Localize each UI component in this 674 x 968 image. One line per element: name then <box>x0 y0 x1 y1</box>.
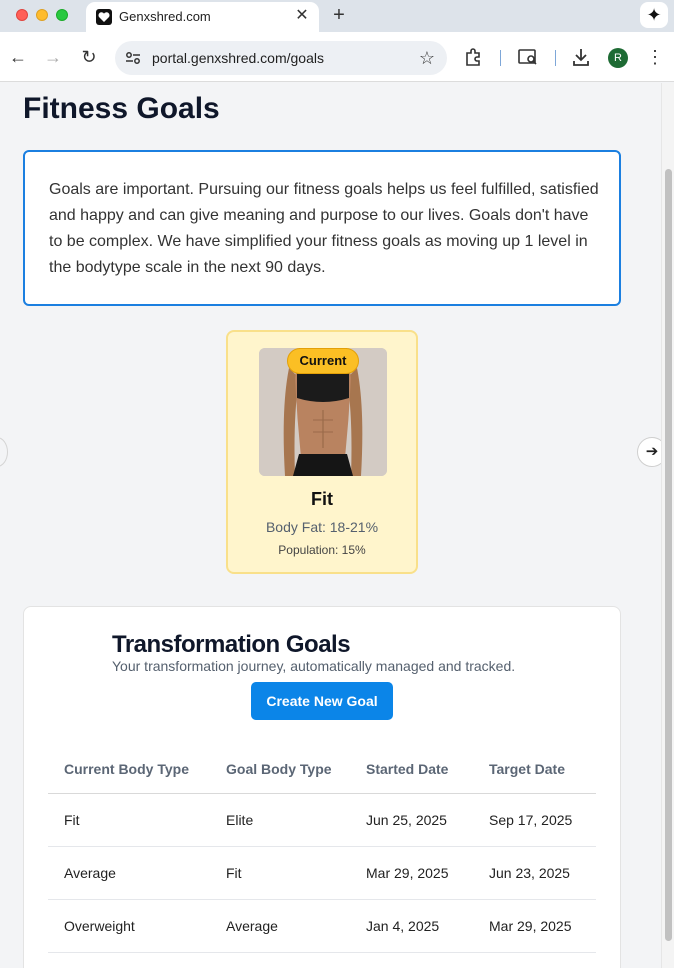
tab-title: Genxshred.com <box>119 9 211 24</box>
tab-search-icon[interactable] <box>516 45 540 69</box>
site-settings-icon[interactable] <box>123 48 143 68</box>
current-badge: Current <box>287 348 359 374</box>
browser-tab[interactable]: Genxshred.com ✕ <box>86 2 319 32</box>
intro-text: Goals are important. Pursuing our fitnes… <box>49 181 599 276</box>
toolbar-divider <box>500 50 501 66</box>
cell-started-date: Mar 29, 2025 <box>366 865 449 881</box>
scrollbar-thumb[interactable] <box>665 169 672 941</box>
table-row: Average Fit Mar 29, 2025 Jun 23, 2025 <box>48 847 596 900</box>
cell-started-date: Jan 4, 2025 <box>366 918 440 934</box>
cell-target-date: Jun 23, 2025 <box>489 865 570 881</box>
body-fat-range: Body Fat: 18-21% <box>265 519 379 535</box>
tab-close-icon[interactable]: ✕ <box>293 7 311 25</box>
toolbar-divider <box>555 50 556 66</box>
gemini-sparkle-icon[interactable]: ✦ <box>640 2 668 28</box>
address-bar[interactable]: portal.genxshred.com/goals ☆ <box>115 41 447 75</box>
next-arrow-button[interactable]: ➔ <box>637 437 661 467</box>
cell-goal-body-type: Fit <box>226 865 242 881</box>
column-header-target-date: Target Date <box>489 761 565 777</box>
transformation-subtitle: Your transformation journey, automatical… <box>112 658 516 674</box>
table-header-row: Current Body Type Goal Body Type Started… <box>48 745 596 794</box>
intro-card: Goals are important. Pursuing our fitnes… <box>23 150 621 306</box>
population-share: Population: 15% <box>278 543 366 557</box>
cell-goal-body-type: Elite <box>226 812 254 828</box>
page-title: Fitness Goals <box>23 92 220 125</box>
transformation-title: Transformation Goals <box>112 631 351 658</box>
back-arrow-icon[interactable]: ← <box>6 45 30 69</box>
body-type-card[interactable]: Current Fit Body Fat: 18-21% Population:… <box>226 330 418 574</box>
browser-tab-bar: Genxshred.com ✕ + ✦ <box>0 0 674 32</box>
table-row: Fit Elite Jun 25, 2025 Sep 17, 2025 <box>48 794 596 847</box>
url-text: portal.genxshred.com/goals <box>152 50 324 66</box>
transformation-goals-card: Transformation Goals Your transformation… <box>23 606 621 968</box>
table-row: Overweight Average Jan 4, 2025 Mar 29, 2… <box>48 900 596 953</box>
cell-started-date: Jun 25, 2025 <box>366 812 447 828</box>
window-close-button[interactable] <box>16 9 28 21</box>
cell-current-body-type: Overweight <box>64 918 135 934</box>
window-maximize-button[interactable] <box>56 9 68 21</box>
extensions-puzzle-icon[interactable] <box>462 45 486 69</box>
bookmark-star-icon[interactable]: ☆ <box>419 47 435 69</box>
column-header-goal-body-type: Goal Body Type <box>226 761 332 777</box>
body-type-name: Fit <box>311 489 333 509</box>
reload-icon[interactable]: ↻ <box>77 45 101 69</box>
page-scrollbar[interactable] <box>661 83 674 968</box>
page-viewport: Fitness Goals Goals are important. Pursu… <box>0 83 661 968</box>
window-minimize-button[interactable] <box>36 9 48 21</box>
cell-target-date: Sep 17, 2025 <box>489 812 573 828</box>
heart-favicon-icon <box>96 9 112 25</box>
cell-current-body-type: Fit <box>64 812 80 828</box>
forward-arrow-icon[interactable]: → <box>41 45 65 69</box>
previous-arrow-button[interactable] <box>0 437 8 467</box>
menu-kebab-icon[interactable]: ⋮ <box>646 45 664 69</box>
cell-target-date: Mar 29, 2025 <box>489 918 572 934</box>
column-header-started-date: Started Date <box>366 761 449 777</box>
new-tab-icon[interactable]: + <box>329 5 349 25</box>
download-icon[interactable] <box>569 45 593 69</box>
goals-table: Current Body Type Goal Body Type Started… <box>48 745 596 953</box>
create-new-goal-button[interactable]: Create New Goal <box>251 682 393 720</box>
browser-toolbar: ← → ↻ portal.genxshred.com/goals ☆ R ⋮ <box>0 32 674 82</box>
profile-avatar[interactable]: R <box>608 48 628 68</box>
cell-goal-body-type: Average <box>226 918 278 934</box>
cell-current-body-type: Average <box>64 865 116 881</box>
column-header-current-body-type: Current Body Type <box>64 761 189 777</box>
